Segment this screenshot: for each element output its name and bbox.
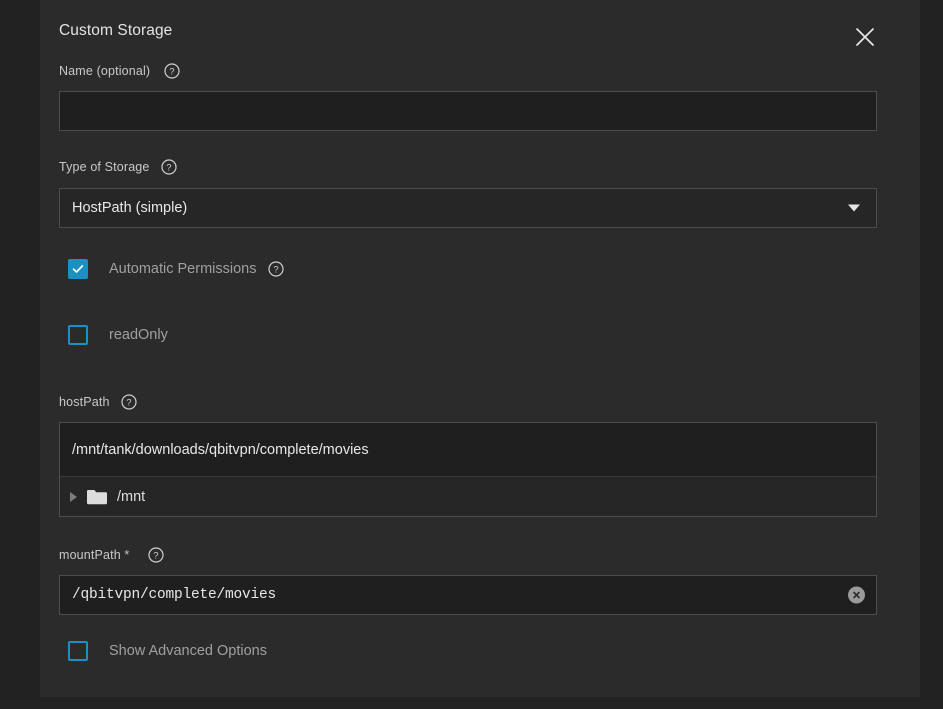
show-advanced-options-row[interactable]: Show Advanced Options	[59, 640, 920, 662]
help-circle-icon[interactable]: ?	[164, 63, 180, 79]
read-only-row[interactable]: readOnly	[59, 324, 920, 346]
name-field-label: Name (optional) ?	[59, 62, 920, 80]
host-path-input[interactable]: /mnt/tank/downloads/qbitvpn/complete/mov…	[60, 423, 876, 477]
mount-path-label-text: mountPath *	[59, 548, 129, 562]
mount-path-input[interactable]: /qbitvpn/complete/movies	[59, 575, 877, 615]
caret-right-icon[interactable]	[70, 492, 77, 502]
dialog-body: Name (optional) ? Type of Storage ?	[40, 62, 920, 662]
host-path-label-text: hostPath	[59, 395, 110, 409]
type-of-storage-selected-value: HostPath (simple)	[72, 200, 187, 216]
close-icon	[854, 26, 876, 48]
svg-text:?: ?	[126, 398, 131, 409]
host-path-control: /mnt/tank/downloads/qbitvpn/complete/mov…	[59, 422, 877, 517]
custom-storage-dialog: Custom Storage Name (optional) ?	[40, 0, 920, 697]
svg-text:?: ?	[166, 163, 171, 174]
show-advanced-options-label: Show Advanced Options	[109, 643, 267, 659]
show-advanced-options-checkbox[interactable]	[68, 641, 88, 661]
mount-path-input-wrapper: /qbitvpn/complete/movies	[59, 575, 877, 615]
host-path-tree-item[interactable]: /mnt	[60, 477, 876, 516]
host-path-tree-item-label: /mnt	[117, 489, 145, 505]
host-path-label: hostPath ?	[59, 393, 920, 411]
name-input[interactable]	[59, 91, 877, 131]
automatic-permissions-label: Automatic Permissions	[109, 261, 256, 277]
type-of-storage-select[interactable]: HostPath (simple)	[59, 188, 877, 228]
mount-path-clear-button[interactable]	[848, 587, 865, 604]
mount-path-label: mountPath * ?	[59, 546, 920, 564]
help-circle-icon[interactable]: ?	[121, 394, 137, 410]
dialog-header: Custom Storage	[40, 0, 920, 62]
close-button[interactable]	[845, 17, 885, 57]
dialog-right-gutter	[920, 0, 943, 709]
svg-text:?: ?	[154, 551, 159, 562]
svg-text:?: ?	[274, 265, 279, 276]
read-only-label: readOnly	[109, 327, 168, 343]
dialog-title: Custom Storage	[59, 22, 172, 40]
help-circle-icon[interactable]: ?	[148, 547, 164, 563]
svg-text:?: ?	[169, 67, 174, 78]
read-only-checkbox[interactable]	[68, 325, 88, 345]
folder-icon	[86, 488, 108, 506]
type-of-storage-label-text: Type of Storage	[59, 160, 150, 174]
help-circle-icon[interactable]: ?	[268, 261, 284, 277]
help-circle-icon[interactable]: ?	[161, 159, 177, 175]
automatic-permissions-row[interactable]: Automatic Permissions ?	[59, 258, 920, 280]
name-label-text: Name (optional)	[59, 64, 150, 78]
clear-circle-icon	[851, 590, 862, 601]
type-of-storage-label: Type of Storage ?	[59, 158, 920, 176]
chevron-down-icon	[848, 205, 860, 212]
automatic-permissions-checkbox[interactable]	[68, 259, 88, 279]
